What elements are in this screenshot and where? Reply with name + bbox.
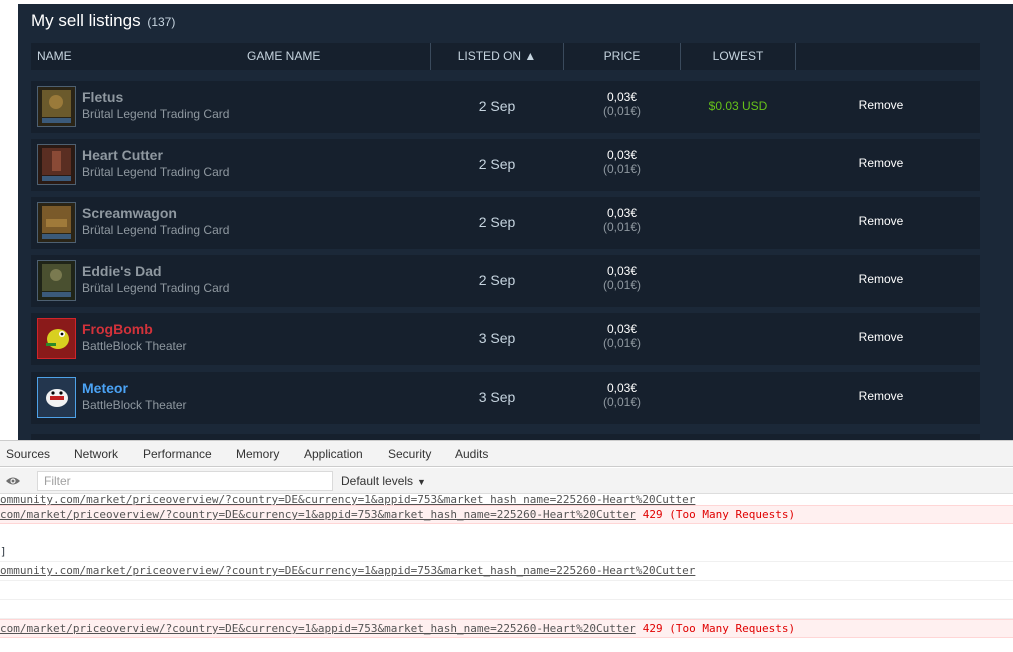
item-thumbnail[interactable] — [37, 260, 76, 301]
item-game-name: Brütal Legend Trading Card — [82, 281, 230, 295]
tab-sources[interactable]: Sources — [6, 447, 50, 461]
listing-row: FrogBomb BattleBlock Theater 3 Sep 0,03€… — [31, 313, 980, 365]
item-price: 0,03€ (0,01€) — [564, 148, 680, 176]
lowest-price: $0.03 USD — [708, 99, 768, 113]
remove-button[interactable]: Remove — [841, 98, 921, 112]
price-buyer: 0,03€ — [606, 90, 638, 104]
price-seller: (0,01€) — [602, 220, 642, 234]
item-name[interactable]: Screamwagon — [82, 205, 177, 221]
item-name[interactable]: Eddie's Dad — [82, 263, 162, 279]
tab-audits[interactable]: Audits — [455, 447, 488, 461]
listed-date: 2 Sep — [478, 272, 516, 288]
listed-date: 2 Sep — [478, 156, 516, 172]
eye-icon[interactable] — [5, 474, 21, 486]
col-header-listed-on[interactable]: LISTED ON ▲ — [430, 43, 564, 70]
item-price: 0,03€ (0,01€) — [564, 381, 680, 409]
console-error-line: com/market/priceoverview/?country=DE&cur… — [0, 619, 1013, 638]
remove-button[interactable]: Remove — [841, 330, 921, 344]
item-name[interactable]: Fletus — [82, 89, 123, 105]
console-output: ommunity.com/market/priceoverview/?count… — [0, 495, 1013, 652]
devtools-tabbar: Sources Network Performance Memory Appli… — [0, 441, 1013, 467]
col-header-name[interactable]: NAME — [37, 43, 72, 70]
price-seller: (0,01€) — [602, 104, 642, 118]
item-game-name: Brütal Legend Trading Card — [82, 165, 230, 179]
console-line: ] — [0, 543, 1013, 562]
tab-application[interactable]: Application — [304, 447, 363, 461]
market-panel: My sell listings (137) NAME GAME NAME LI… — [0, 0, 1013, 440]
item-thumbnail[interactable] — [37, 377, 76, 418]
levels-label: Default levels — [341, 474, 414, 488]
caret-down-icon: ▼ — [417, 477, 426, 487]
item-thumbnail[interactable] — [37, 144, 76, 185]
price-seller: (0,01€) — [602, 336, 642, 350]
listed-date: 3 Sep — [478, 389, 516, 405]
remove-button[interactable]: Remove — [841, 214, 921, 228]
default-levels-dropdown[interactable]: Default levels ▼ — [341, 474, 426, 488]
item-name[interactable]: FrogBomb — [82, 321, 153, 337]
remove-button[interactable]: Remove — [841, 272, 921, 286]
price-seller: (0,01€) — [602, 162, 642, 176]
price-buyer: 0,03€ — [606, 264, 638, 278]
console-error-line: com/market/priceoverview/?country=DE&cur… — [0, 505, 1013, 524]
console-filterbar: Default levels▼ — [0, 468, 1013, 494]
listed-date: 3 Sep — [478, 330, 516, 346]
console-url-link[interactable]: ommunity.com/market/priceoverview/?count… — [0, 564, 695, 577]
listing-row: Fletus Brütal Legend Trading Card 2 Sep … — [31, 81, 980, 133]
item-price: 0,03€ (0,01€) — [564, 264, 680, 292]
item-game-name: BattleBlock Theater — [82, 398, 187, 412]
sell-listings-section: My sell listings (137) NAME GAME NAME LI… — [18, 4, 1013, 440]
item-game-name: BattleBlock Theater — [82, 339, 187, 353]
listing-row: Eddie's Dad Brütal Legend Trading Card 2… — [31, 255, 980, 307]
listed-date: 2 Sep — [478, 214, 516, 230]
listing-count: (137) — [147, 15, 176, 29]
error-status: 429 (Too Many Requests) — [642, 622, 796, 635]
console-line — [0, 600, 1013, 619]
listings-header: NAME GAME NAME LISTED ON ▲ PRICE LOWEST — [31, 43, 980, 70]
tab-memory[interactable]: Memory — [236, 447, 279, 461]
price-buyer: 0,03€ — [606, 206, 638, 220]
console-line: ommunity.com/market/priceoverview/?count… — [0, 562, 1013, 581]
tab-performance[interactable]: Performance — [143, 447, 212, 461]
price-seller: (0,01€) — [602, 278, 642, 292]
item-game-name: Brütal Legend Trading Card — [82, 107, 230, 121]
listing-row: Meteor BattleBlock Theater 3 Sep 0,03€ (… — [31, 372, 980, 424]
price-seller: (0,01€) — [602, 395, 642, 409]
listing-row: Heart Cutter Brütal Legend Trading Card … — [31, 139, 980, 191]
price-buyer: 0,03€ — [606, 381, 638, 395]
listed-date: 2 Sep — [478, 98, 516, 114]
listing-row: Screamwagon Brütal Legend Trading Card 2… — [31, 197, 980, 249]
col-header-game[interactable]: GAME NAME — [247, 43, 320, 70]
console-line — [0, 581, 1013, 600]
item-price: 0,03€ (0,01€) — [564, 90, 680, 118]
item-name[interactable]: Heart Cutter — [82, 147, 163, 163]
item-price: 0,03€ (0,01€) — [564, 322, 680, 350]
filter-input[interactable] — [37, 471, 333, 491]
tab-network[interactable]: Network — [74, 447, 118, 461]
remove-button[interactable]: Remove — [841, 156, 921, 170]
item-name[interactable]: Meteor — [82, 380, 128, 396]
col-header-price[interactable]: PRICE — [564, 43, 680, 70]
item-thumbnail[interactable] — [37, 318, 76, 359]
price-buyer: 0,03€ — [606, 148, 638, 162]
devtools-panel: Sources Network Performance Memory Appli… — [0, 440, 1013, 652]
col-header-lowest[interactable]: LOWEST — [680, 43, 796, 70]
item-price: 0,03€ (0,01€) — [564, 206, 680, 234]
item-thumbnail[interactable] — [37, 86, 76, 127]
section-title-text: My sell listings — [31, 11, 141, 30]
error-status: 429 (Too Many Requests) — [642, 508, 796, 521]
remove-button[interactable]: Remove — [841, 389, 921, 403]
price-buyer: 0,03€ — [606, 322, 638, 336]
console-url-link[interactable]: com/market/priceoverview/?country=DE&cur… — [0, 508, 636, 521]
item-game-name: Brütal Legend Trading Card — [82, 223, 230, 237]
item-thumbnail[interactable] — [37, 202, 76, 243]
section-title: My sell listings (137) — [31, 11, 175, 31]
tab-security[interactable]: Security — [388, 447, 431, 461]
console-url-link[interactable]: com/market/priceoverview/?country=DE&cur… — [0, 622, 636, 635]
console-text: ] — [0, 545, 7, 558]
